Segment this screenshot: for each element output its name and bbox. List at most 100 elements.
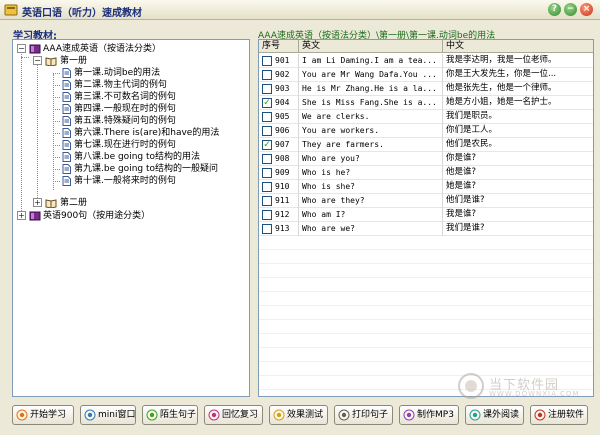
- table-row[interactable]: 912 Who am I? 我是谁?: [259, 208, 593, 222]
- row-num-cell: ✓ 904: [259, 96, 299, 110]
- english-cell: We are clerks.: [299, 110, 443, 124]
- toolbar-button-3[interactable]: 陌生句子: [142, 405, 198, 425]
- table-row[interactable]: ✓ 904 She is Miss Fang.She is a... 她是方小姐，她是…: [259, 96, 593, 110]
- table-row[interactable]: 902 You are Mr Wang Dafa.You ... 你是王大发先生，你…: [259, 68, 593, 82]
- row-number: 901: [275, 56, 290, 65]
- toolbar-button-9[interactable]: 注册软件: [530, 405, 588, 425]
- play-icon: [16, 409, 28, 421]
- row-num-cell: 911: [259, 194, 299, 208]
- toolbar-button-6[interactable]: 打印句子: [334, 405, 393, 425]
- toolbar-button-7[interactable]: 制作MP3: [399, 405, 459, 425]
- toolbar-button-1[interactable]: 开始学习: [12, 405, 74, 425]
- book-icon: [29, 211, 41, 221]
- tree-node-aaa[interactable]: − AAA速成英语（按语法分类）: [13, 43, 249, 55]
- tree-node-lesson[interactable]: 第七课.现在进行时的例句: [13, 139, 249, 151]
- toolbar-button-5[interactable]: 效果测试: [269, 405, 328, 425]
- empty-row: [259, 236, 593, 250]
- row-checkbox[interactable]: [262, 84, 272, 94]
- tree-node-book1[interactable]: − 第一册: [13, 55, 249, 67]
- document-icon: [62, 104, 71, 114]
- chinese-cell: 她是谁?: [446, 181, 477, 191]
- empty-row: [259, 306, 593, 320]
- row-num-cell: 910: [259, 180, 299, 194]
- row-num-cell: 908: [259, 152, 299, 166]
- row-number: 904: [275, 98, 290, 107]
- sentence-icon: [146, 409, 158, 421]
- tree-label: 第一册: [60, 56, 88, 66]
- row-checkbox[interactable]: [262, 196, 272, 206]
- expand-icon[interactable]: +: [33, 198, 42, 207]
- table-row[interactable]: 913 Who are we? 我们是谁?: [259, 222, 593, 236]
- title-bar: 英语口语（听力）速成教材 ? − ×: [0, 0, 600, 20]
- tree-label: 第三课.不可数名词的例句: [74, 92, 176, 102]
- register-icon: [534, 409, 546, 421]
- row-checkbox[interactable]: ✓: [262, 98, 272, 108]
- chinese-cell: 我们是职员。: [446, 111, 498, 121]
- row-checkbox[interactable]: [262, 112, 272, 122]
- document-icon: [62, 140, 71, 150]
- english-cell: Who are we?: [299, 222, 443, 236]
- collapse-icon[interactable]: −: [17, 44, 26, 53]
- table-header: 序号 英文 中文: [259, 40, 593, 53]
- minimize-icon[interactable]: −: [564, 3, 577, 16]
- row-checkbox[interactable]: [262, 182, 272, 192]
- row-number: 905: [275, 112, 290, 121]
- tree-node-lesson[interactable]: 第十课.一般将来时的例句: [13, 175, 249, 187]
- help-icon[interactable]: ?: [548, 3, 561, 16]
- table-row[interactable]: 910 Who is she? 她是谁?: [259, 180, 593, 194]
- document-icon: [62, 116, 71, 126]
- collapse-icon[interactable]: −: [33, 56, 42, 65]
- table-row[interactable]: ✓ 907 They are farmers. 他们是农民。: [259, 138, 593, 152]
- row-checkbox[interactable]: [262, 126, 272, 136]
- close-icon[interactable]: ×: [580, 3, 593, 16]
- table-row[interactable]: 905 We are clerks. 我们是职员。: [259, 110, 593, 124]
- chinese-cell: 你是王大发先生，你是一位...: [446, 69, 557, 79]
- tree-node-lesson[interactable]: 第四课.一般现在时的例句: [13, 103, 249, 115]
- book-open-icon: [45, 199, 57, 208]
- tree-node-lesson[interactable]: 第八课.be going to结构的用法: [13, 151, 249, 163]
- table-row[interactable]: 903 He is Mr Zhang.He is a la... 他是张先生，他是一…: [259, 82, 593, 96]
- toolbar-button-2[interactable]: mini窗口: [80, 405, 136, 425]
- tree-label: 第五课.特殊疑问句的例句: [74, 116, 176, 126]
- table-row[interactable]: 908 Who are you? 你是谁?: [259, 152, 593, 166]
- row-number: 913: [275, 224, 290, 233]
- column-header-num[interactable]: 序号: [259, 40, 299, 53]
- tree-node-lesson[interactable]: 第九课.be going to结构的一般疑问: [13, 163, 249, 175]
- empty-row: [259, 278, 593, 292]
- empty-row: [259, 320, 593, 334]
- row-checkbox[interactable]: [262, 70, 272, 80]
- tree-node-lesson[interactable]: 第五课.特殊疑问句的例句: [13, 115, 249, 127]
- row-checkbox[interactable]: ✓: [262, 140, 272, 150]
- table-row[interactable]: 901 I am Li Daming.I am a tea... 我是李达明，我是一…: [259, 54, 593, 68]
- row-checkbox[interactable]: [262, 154, 272, 164]
- table-row[interactable]: 906 You are workers. 你们是工人。: [259, 124, 593, 138]
- english-cell: He is Mr Zhang.He is a la...: [299, 82, 443, 96]
- row-checkbox[interactable]: [262, 210, 272, 220]
- book-open-icon: [45, 57, 57, 66]
- sentence-table[interactable]: 序号 英文 中文 901 I am Li Daming.I am a tea...…: [258, 39, 594, 397]
- row-checkbox[interactable]: [262, 168, 272, 178]
- tree-node-lesson[interactable]: 第三课.不可数名词的例句: [13, 91, 249, 103]
- tree-node-lesson[interactable]: 第二课.物主代词的例句: [13, 79, 249, 91]
- chinese-cell: 他们是农民。: [446, 139, 498, 149]
- column-header-chinese[interactable]: 中文: [443, 40, 593, 53]
- textbook-tree[interactable]: − AAA速成英语（按语法分类） − 第一册 第一课.动词be的用法 第二课.物…: [12, 39, 250, 397]
- document-icon: [62, 68, 71, 78]
- expand-icon[interactable]: +: [17, 211, 26, 220]
- row-checkbox[interactable]: [262, 56, 272, 66]
- chinese-cell: 你是谁?: [446, 153, 477, 163]
- tree-node-lesson[interactable]: 第一课.动词be的用法: [13, 67, 249, 79]
- row-number: 908: [275, 154, 290, 163]
- tree-label: 英语900句（按用途分类）: [43, 211, 151, 221]
- column-header-english[interactable]: 英文: [299, 40, 443, 53]
- empty-row: [259, 348, 593, 362]
- table-row[interactable]: 911 Who are they? 他们是谁?: [259, 194, 593, 208]
- tree-node-book2[interactable]: + 第二册: [13, 197, 249, 209]
- toolbar-button-8[interactable]: 课外阅读: [465, 405, 524, 425]
- row-checkbox[interactable]: [262, 224, 272, 234]
- table-row[interactable]: 909 Who is he? 他是谁?: [259, 166, 593, 180]
- tree-node-900[interactable]: + 英语900句（按用途分类）: [13, 210, 249, 222]
- empty-row: [259, 334, 593, 348]
- tree-node-lesson[interactable]: 第六课.There is(are)和have的用法: [13, 127, 249, 139]
- toolbar-button-4[interactable]: 回忆复习: [204, 405, 263, 425]
